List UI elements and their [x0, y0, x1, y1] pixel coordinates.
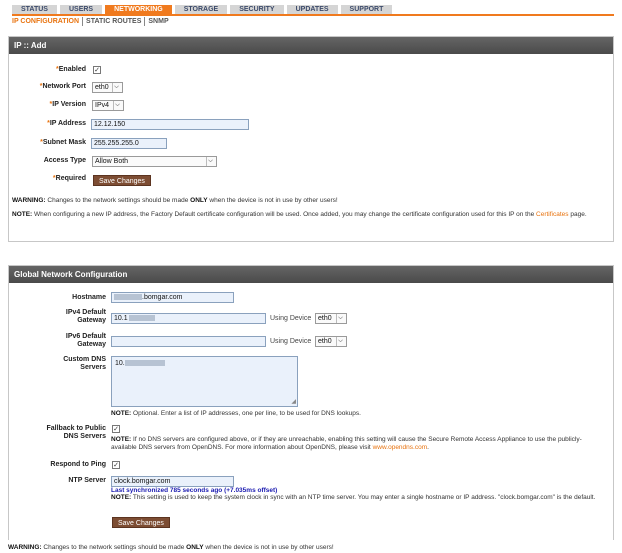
redacted-text — [124, 360, 165, 367]
tab-updates[interactable]: UPDATES — [286, 5, 341, 14]
custom-dns-label: Custom DNS Servers — [63, 356, 106, 371]
respond-to-ping-checkbox[interactable]: ✓ — [112, 461, 120, 469]
ip-address-label: *IP Address — [47, 120, 86, 127]
redacted-text — [114, 294, 142, 301]
ipv4-gateway-label: IPv4 Default Gateway — [65, 309, 106, 324]
chevron-down-icon: ⌵ — [112, 83, 120, 92]
nav-accent-bar — [12, 14, 614, 16]
ntp-note: NOTE: This setting is used to keep the s… — [111, 494, 596, 501]
dns-note: NOTE: Optional. Enter a list of IP addre… — [111, 410, 361, 417]
tab-support[interactable]: SUPPORT — [340, 5, 396, 14]
ntp-server-label: NTP Server — [68, 477, 106, 484]
tab-networking[interactable]: NETWORKING — [105, 5, 175, 14]
hostname-label: Hostname — [72, 294, 106, 301]
network-port-select[interactable]: eth0 ⌵ — [92, 82, 123, 93]
ipv4-device-select[interactable]: eth0 ⌵ — [315, 313, 347, 324]
respond-to-ping-label: Respond to Ping — [50, 461, 106, 468]
global-save-changes-button[interactable]: Save Changes — [112, 517, 170, 528]
ipv6-using-device-label: Using Device — [270, 338, 312, 345]
resize-grip-icon[interactable]: ◢ — [291, 398, 296, 405]
tab-storage[interactable]: STORAGE — [174, 5, 231, 14]
tab-status[interactable]: STATUS — [12, 5, 60, 14]
ip-add-warning: WARNING: Changes to the network settings… — [12, 197, 338, 204]
tab-users[interactable]: USERS — [59, 5, 106, 14]
fallback-note: NOTE: If no DNS servers are configured a… — [111, 436, 582, 451]
ip-add-title: IP :: Add — [9, 37, 613, 54]
subnet-mask-label: *Subnet Mask — [40, 139, 86, 146]
opendns-link[interactable]: www.opendns.com — [373, 444, 428, 451]
custom-dns-textarea[interactable]: 10. ◢ — [111, 356, 298, 407]
certificates-link[interactable]: Certificates — [536, 211, 569, 218]
fallback-dns-checkbox[interactable]: ✓ — [112, 425, 120, 433]
save-changes-button[interactable]: Save Changes — [93, 175, 151, 186]
global-network-title: Global Network Configuration — [9, 266, 613, 283]
sub-nav: IP CONFIGURATION STATIC ROUTES SNMP — [12, 17, 172, 26]
redacted-text — [128, 315, 155, 322]
network-port-label: *Network Port — [39, 83, 86, 90]
chevron-down-icon: ⌵ — [206, 157, 214, 166]
ip-version-label: *IP Version — [49, 101, 86, 108]
subtab-snmp[interactable]: SNMP — [145, 17, 171, 26]
ntp-server-input[interactable]: clock.bomgar.com — [111, 476, 234, 487]
main-nav: STATUS USERS NETWORKING STORAGE SECURITY… — [12, 5, 396, 14]
ipv6-gateway-label: IPv6 Default Gateway — [65, 333, 106, 348]
enabled-checkbox[interactable]: ✓ — [93, 66, 101, 74]
chevron-down-icon: ⌵ — [113, 101, 121, 110]
ip-version-select[interactable]: IPv4 ⌵ — [92, 100, 124, 111]
access-type-label: Access Type — [43, 157, 86, 164]
ipv4-gateway-input[interactable]: 10.1 — [111, 313, 266, 324]
ip-address-input[interactable]: 12.12.150 — [91, 119, 249, 130]
enabled-label: *Enabled — [56, 66, 86, 73]
footer-warning: WARNING: Changes to the network settings… — [8, 544, 334, 551]
ntp-sync-status: Last synchronized 785 seconds ago (+7.03… — [111, 487, 278, 494]
subtab-ip-configuration[interactable]: IP CONFIGURATION — [12, 17, 84, 26]
required-label: *Required — [52, 175, 86, 182]
subnet-mask-input[interactable]: 255.255.255.0 — [91, 138, 167, 149]
hostname-input[interactable]: .bomgar.com — [111, 292, 234, 303]
ip-add-note: NOTE: When configuring a new IP address,… — [12, 211, 587, 218]
ipv6-gateway-input[interactable] — [111, 336, 266, 347]
ipv6-device-select[interactable]: eth0 ⌵ — [315, 336, 347, 347]
access-type-select[interactable]: Allow Both ⌵ — [92, 156, 217, 167]
chevron-down-icon: ⌵ — [336, 337, 344, 346]
chevron-down-icon: ⌵ — [336, 314, 344, 323]
ipv4-using-device-label: Using Device — [270, 315, 312, 322]
subtab-static-routes[interactable]: STATIC ROUTES — [83, 17, 146, 26]
tab-security[interactable]: SECURITY — [230, 5, 287, 14]
fallback-dns-label: Fallback to Public DNS Servers — [46, 425, 106, 440]
